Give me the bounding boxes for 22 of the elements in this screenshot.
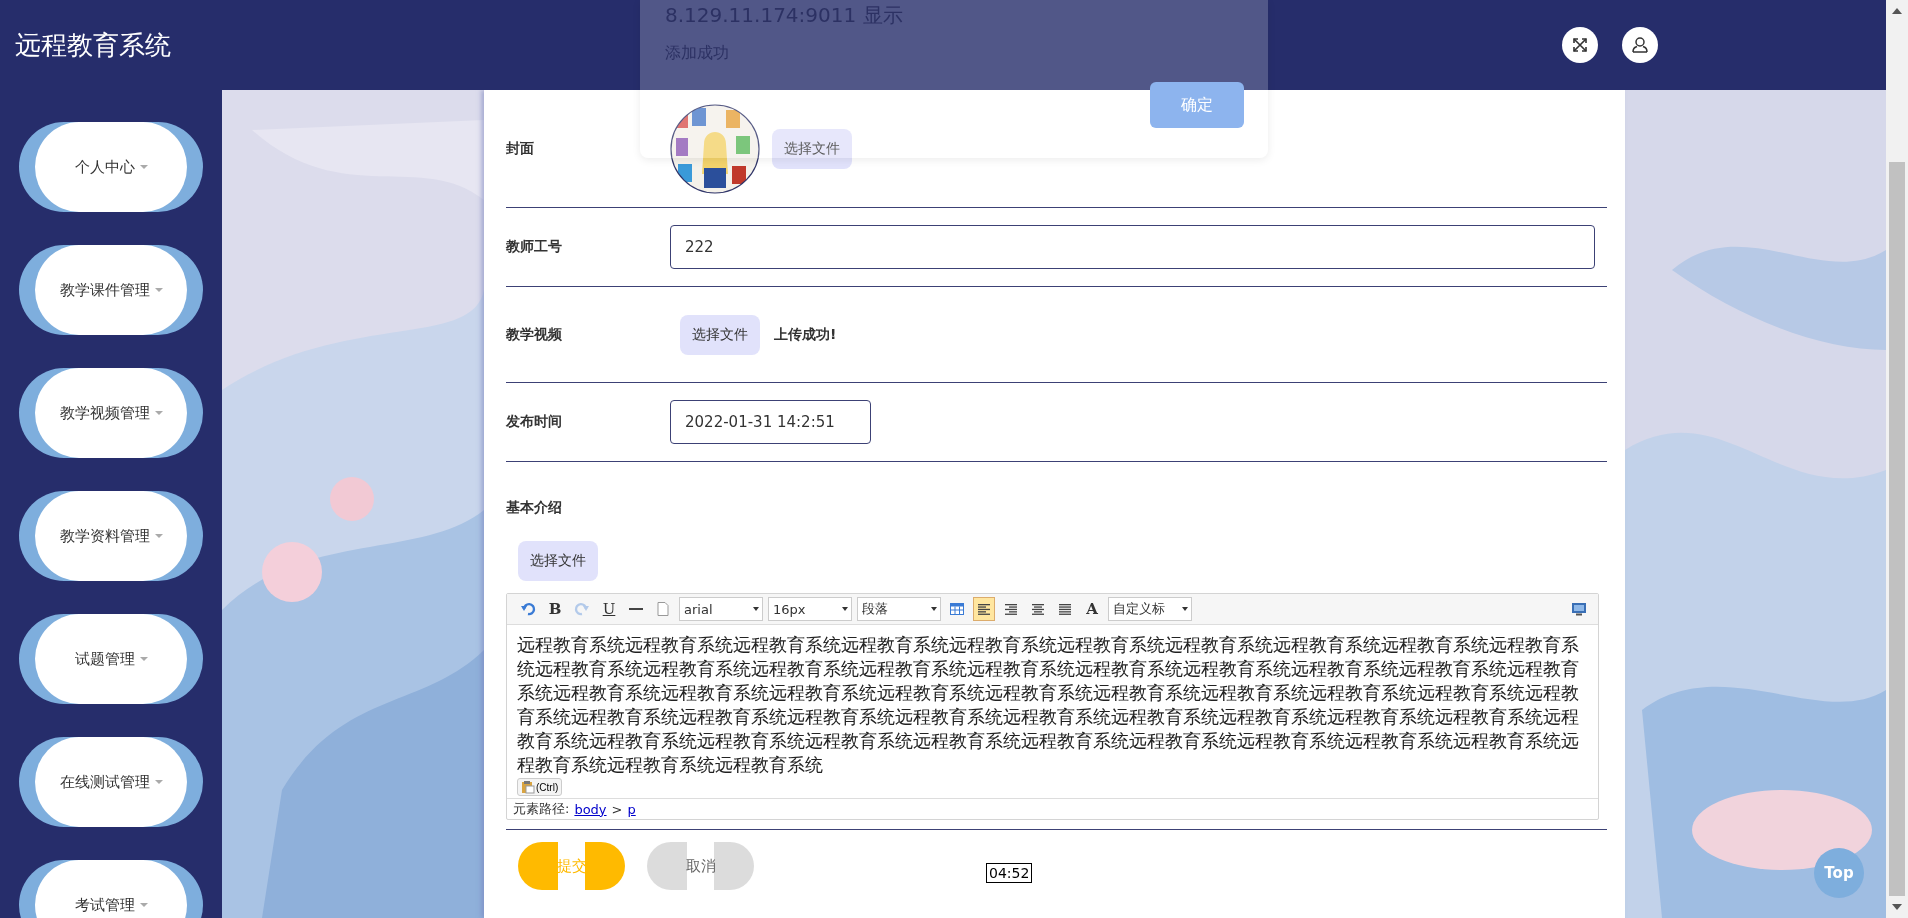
menu-item[interactable]: 个人中心	[19, 122, 203, 212]
menu-item[interactable]: 试题管理	[19, 614, 203, 704]
caret-icon	[154, 411, 163, 415]
user-button[interactable]	[1622, 27, 1658, 63]
app-title: 远程教育系统	[15, 28, 171, 62]
caret-icon	[139, 165, 148, 169]
scroll-thumb[interactable]	[1889, 162, 1905, 896]
fullscreen-icon	[1571, 36, 1589, 54]
menu-item[interactable]: 教学课件管理	[19, 245, 203, 335]
menu-item[interactable]: 在线测试管理	[19, 737, 203, 827]
menu-item[interactable]: 教学视频管理	[19, 368, 203, 458]
caret-icon	[139, 657, 148, 661]
scroll-down-arrow[interactable]	[1892, 904, 1902, 910]
caret-icon	[139, 903, 148, 907]
caret-icon	[154, 288, 163, 292]
scrollbar[interactable]	[1886, 0, 1908, 918]
scroll-up-arrow[interactable]	[1892, 8, 1902, 14]
caret-icon	[154, 534, 163, 538]
menu-item[interactable]: 教学资料管理	[19, 491, 203, 581]
fullscreen-button[interactable]	[1562, 27, 1598, 63]
user-icon	[1631, 36, 1649, 54]
caret-icon	[154, 780, 163, 784]
